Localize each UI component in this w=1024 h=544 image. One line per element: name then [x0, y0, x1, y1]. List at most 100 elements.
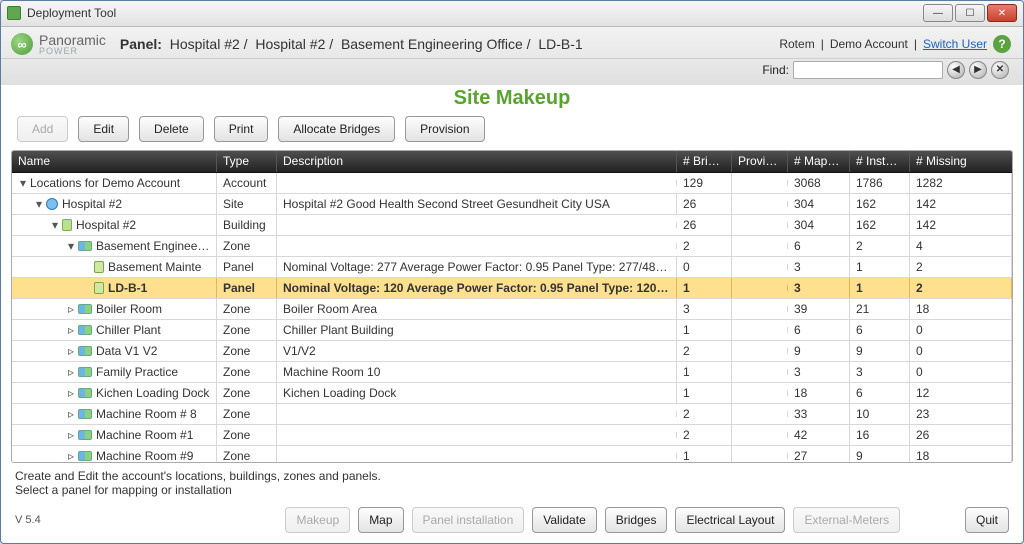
col-bridges[interactable]: # Bridges [677, 151, 732, 172]
zone-icon [78, 304, 92, 314]
table-row[interactable]: ▾Hospital #2Building26304162142 [12, 215, 1012, 236]
expand-icon[interactable]: ▹ [66, 449, 76, 463]
minimize-button[interactable]: — [923, 4, 953, 22]
row-desc: Kichen Loading Dock [277, 383, 677, 403]
table-row[interactable]: ▾Basement EngineerinZone2624 [12, 236, 1012, 257]
col-mapped[interactable]: # Mapped [788, 151, 850, 172]
provision-button[interactable]: Provision [405, 116, 484, 142]
row-provision [732, 369, 788, 375]
expand-icon[interactable]: ▾ [18, 176, 28, 190]
expand-icon[interactable]: ▹ [66, 365, 76, 379]
logo: ∞ Panoramic POWER [11, 33, 106, 56]
help-icon[interactable]: ? [993, 35, 1011, 53]
bld-icon [62, 219, 72, 231]
row-type: Zone [217, 236, 277, 256]
allocate-bridges-button[interactable]: Allocate Bridges [278, 116, 395, 142]
switch-user-link[interactable]: Switch User [923, 37, 987, 51]
expand-icon[interactable]: ▹ [66, 386, 76, 400]
row-type: Zone [217, 383, 277, 403]
zone-icon [78, 241, 92, 251]
logo-sub: POWER [39, 47, 106, 56]
col-desc[interactable]: Description [277, 151, 677, 172]
user-account: Demo Account [830, 37, 908, 51]
row-missing: 12 [910, 383, 1012, 403]
expand-icon[interactable]: ▹ [66, 302, 76, 316]
row-missing: 2 [910, 257, 1012, 277]
row-type: Zone [217, 404, 277, 424]
quit-button[interactable]: Quit [965, 507, 1009, 533]
bridges-button[interactable]: Bridges [605, 507, 668, 533]
table-row[interactable]: ▹Data V1 V2ZoneV1/V22990 [12, 341, 1012, 362]
table-row[interactable]: ▹Machine Room #9Zone127918 [12, 446, 1012, 463]
row-missing: 0 [910, 320, 1012, 340]
row-missing: 26 [910, 425, 1012, 445]
row-mapped: 3068 [788, 173, 850, 193]
row-bridges: 3 [677, 299, 732, 319]
external-meters-button[interactable]: External-Meters [793, 507, 900, 533]
col-installed[interactable]: # Installed [850, 151, 910, 172]
table-row[interactable]: ▹Boiler RoomZoneBoiler Room Area3392118 [12, 299, 1012, 320]
row-type: Zone [217, 320, 277, 340]
expand-icon[interactable] [82, 260, 92, 274]
find-prev-icon[interactable]: ◀ [947, 61, 965, 79]
row-missing: 18 [910, 299, 1012, 319]
expand-icon[interactable]: ▾ [34, 197, 44, 211]
table-row[interactable]: ▹Kichen Loading DockZoneKichen Loading D… [12, 383, 1012, 404]
delete-button[interactable]: Delete [139, 116, 204, 142]
validate-button[interactable]: Validate [532, 507, 596, 533]
row-provision [732, 264, 788, 270]
add-button[interactable]: Add [17, 116, 68, 142]
col-provision[interactable]: Provision [732, 151, 788, 172]
expand-icon[interactable]: ▹ [66, 344, 76, 358]
find-next-icon[interactable]: ▶ [969, 61, 987, 79]
table-row[interactable]: LD-B-1PanelNominal Voltage: 120 Average … [12, 278, 1012, 299]
col-missing[interactable]: # Missing [910, 151, 1012, 172]
expand-icon[interactable]: ▹ [66, 428, 76, 442]
edit-button[interactable]: Edit [78, 116, 129, 142]
window: Deployment Tool — ☐ ✕ ∞ Panoramic POWER … [0, 0, 1024, 544]
table-row[interactable]: ▹Family PracticeZoneMachine Room 101330 [12, 362, 1012, 383]
table-row[interactable]: ▹Machine Room #1Zone2421626 [12, 425, 1012, 446]
user-info: Rotem | Demo Account | Switch User ? [779, 35, 1011, 53]
row-missing: 142 [910, 194, 1012, 214]
electrical-layout-button[interactable]: Electrical Layout [675, 507, 785, 533]
expand-icon[interactable]: ▾ [66, 239, 76, 253]
expand-icon[interactable]: ▹ [66, 407, 76, 421]
zone-icon [78, 346, 92, 356]
row-provision [732, 348, 788, 354]
row-name: Machine Room #1 [96, 428, 193, 442]
row-installed: 162 [850, 194, 910, 214]
row-missing: 0 [910, 341, 1012, 361]
makeup-button[interactable]: Makeup [285, 507, 350, 533]
col-type[interactable]: Type [217, 151, 277, 172]
table-row[interactable]: ▹Chiller PlantZoneChiller Plant Building… [12, 320, 1012, 341]
table-row[interactable]: ▾Hospital #2SiteHospital #2 Good Health … [12, 194, 1012, 215]
panel-icon [94, 261, 104, 273]
row-provision [732, 432, 788, 438]
row-provision [732, 327, 788, 333]
map-button[interactable]: Map [358, 507, 403, 533]
expand-icon[interactable]: ▾ [50, 218, 60, 232]
maximize-button[interactable]: ☐ [955, 4, 985, 22]
row-type: Panel [217, 278, 277, 298]
row-type: Building [217, 215, 277, 235]
table-body: ▾Locations for Demo AccountAccount129306… [12, 173, 1012, 463]
find-input[interactable] [793, 61, 943, 79]
row-provision [732, 285, 788, 291]
col-name[interactable]: Name [12, 151, 217, 172]
row-installed: 2 [850, 236, 910, 256]
table-row[interactable]: ▾Locations for Demo AccountAccount129306… [12, 173, 1012, 194]
expand-icon[interactable] [82, 281, 92, 295]
row-mapped: 3 [788, 362, 850, 382]
table-row[interactable]: ▹Machine Room # 8Zone2331023 [12, 404, 1012, 425]
row-missing: 18 [910, 446, 1012, 463]
panel-installation-button[interactable]: Panel installation [412, 507, 525, 533]
table-row[interactable]: Basement MaintePanelNominal Voltage: 277… [12, 257, 1012, 278]
print-button[interactable]: Print [214, 116, 269, 142]
row-mapped: 18 [788, 383, 850, 403]
close-button[interactable]: ✕ [987, 4, 1017, 22]
row-mapped: 27 [788, 446, 850, 463]
logo-brand: Panoramic [39, 33, 106, 47]
find-clear-icon[interactable]: ✕ [991, 61, 1009, 79]
expand-icon[interactable]: ▹ [66, 323, 76, 337]
